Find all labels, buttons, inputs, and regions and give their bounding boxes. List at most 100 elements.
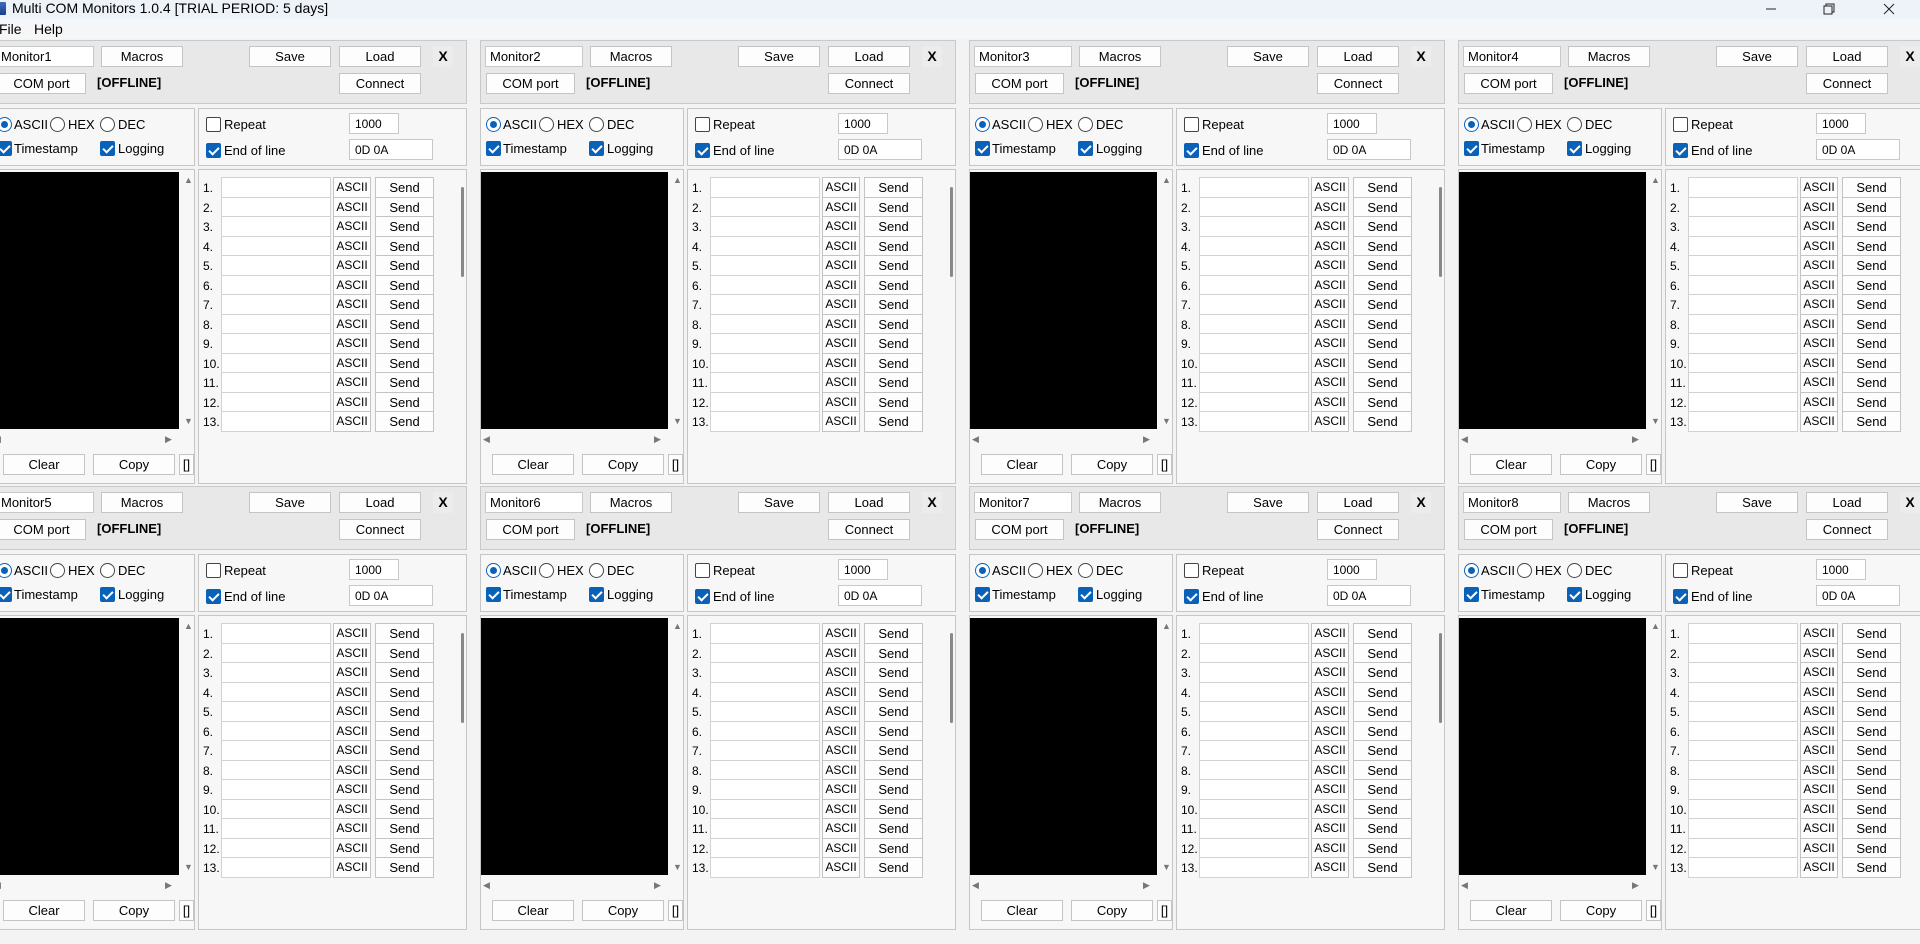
copy-button[interactable]: Copy [93,900,175,921]
end-of-line-checkbox[interactable] [695,589,710,604]
ascii-radio[interactable] [975,563,990,578]
logging-checkbox[interactable] [100,587,115,602]
log-output[interactable] [1459,172,1646,429]
com-port-button[interactable]: COM port [0,519,86,540]
save-button[interactable]: Save [1716,46,1798,67]
com-port-button[interactable]: COM port [1464,73,1553,94]
logging-checkbox[interactable] [100,141,115,156]
macro-send-button[interactable]: Send [864,411,923,432]
brackets-button[interactable]: [] [668,454,683,475]
brackets-button[interactable]: [] [1646,900,1661,921]
monitor-name-input[interactable] [485,492,583,513]
connect-button[interactable]: Connect [339,519,421,540]
repeat-checkbox[interactable] [1673,563,1688,578]
scroll-right-icon[interactable]: ▶ [1143,434,1150,444]
clear-button[interactable]: Clear [492,454,574,475]
log-horizontal-scrollbar[interactable]: ◀ ▶ [481,878,668,892]
connect-button[interactable]: Connect [1806,519,1888,540]
scroll-left-icon[interactable]: ◀ [972,880,979,890]
ascii-radio[interactable] [1464,563,1479,578]
macros-button[interactable]: Macros [1079,492,1161,513]
brackets-button[interactable]: [] [179,900,194,921]
timestamp-checkbox[interactable] [0,141,12,156]
repeat-interval-input[interactable] [1816,559,1866,580]
save-button[interactable]: Save [1227,492,1309,513]
log-output[interactable] [0,172,179,429]
close-button[interactable] [1866,0,1912,19]
scroll-up-icon[interactable]: ▲ [673,621,682,631]
copy-button[interactable]: Copy [1560,454,1642,475]
macro-format-button[interactable]: ASCII [333,857,371,878]
repeat-checkbox[interactable] [1673,117,1688,132]
maximize-button[interactable] [1806,0,1852,19]
macro-input[interactable] [1688,857,1798,878]
dec-radio[interactable] [589,563,604,578]
scroll-right-icon[interactable]: ▶ [654,880,661,890]
macro-input[interactable] [1199,857,1309,878]
log-vertical-scrollbar[interactable]: ▲ ▼ [1649,618,1661,875]
close-monitor-button[interactable]: X [1900,46,1920,67]
scroll-right-icon[interactable]: ▶ [1632,434,1639,444]
scroll-left-icon[interactable]: ◀ [483,880,490,890]
repeat-checkbox[interactable] [206,117,221,132]
logging-checkbox[interactable] [589,141,604,156]
timestamp-checkbox[interactable] [486,587,501,602]
timestamp-checkbox[interactable] [975,141,990,156]
com-port-button[interactable]: COM port [975,73,1064,94]
dec-radio[interactable] [1078,117,1093,132]
load-button[interactable]: Load [1317,492,1399,513]
menu-file[interactable]: File [0,21,22,37]
save-button[interactable]: Save [249,492,331,513]
brackets-button[interactable]: [] [1646,454,1661,475]
log-output[interactable] [481,618,668,875]
macro-input[interactable] [710,411,820,432]
macro-scrollbar[interactable] [461,633,464,723]
log-output[interactable] [1459,618,1646,875]
timestamp-checkbox[interactable] [486,141,501,156]
end-of-line-input[interactable] [838,585,922,606]
copy-button[interactable]: Copy [582,454,664,475]
macro-scrollbar[interactable] [1439,633,1442,723]
hex-radio[interactable] [1028,563,1043,578]
scroll-right-icon[interactable]: ▶ [165,880,172,890]
monitor-name-input[interactable] [0,492,94,513]
close-monitor-button[interactable]: X [433,492,453,513]
ascii-radio[interactable] [486,117,501,132]
end-of-line-input[interactable] [1816,585,1900,606]
connect-button[interactable]: Connect [1317,519,1399,540]
load-button[interactable]: Load [828,46,910,67]
scroll-up-icon[interactable]: ▲ [1162,621,1171,631]
clear-button[interactable]: Clear [1470,454,1552,475]
macros-button[interactable]: Macros [590,492,672,513]
log-vertical-scrollbar[interactable]: ▲ ▼ [1160,618,1172,875]
log-output[interactable] [481,172,668,429]
log-horizontal-scrollbar[interactable]: ◀ ▶ [970,878,1157,892]
log-vertical-scrollbar[interactable]: ▲ ▼ [1649,172,1661,429]
repeat-checkbox[interactable] [1184,563,1199,578]
load-button[interactable]: Load [1317,46,1399,67]
close-monitor-button[interactable]: X [1900,492,1920,513]
macro-send-button[interactable]: Send [375,411,434,432]
close-monitor-button[interactable]: X [922,46,942,67]
log-vertical-scrollbar[interactable]: ▲ ▼ [182,172,194,429]
macro-input[interactable] [1199,411,1309,432]
hex-radio[interactable] [50,563,65,578]
macro-format-button[interactable]: ASCII [1311,411,1349,432]
dec-radio[interactable] [1078,563,1093,578]
macro-format-button[interactable]: ASCII [822,857,860,878]
com-port-button[interactable]: COM port [1464,519,1553,540]
macro-input[interactable] [221,857,331,878]
macro-format-button[interactable]: ASCII [822,411,860,432]
scroll-down-icon[interactable]: ▼ [1651,862,1660,872]
repeat-interval-input[interactable] [349,113,399,134]
hex-radio[interactable] [539,563,554,578]
logging-checkbox[interactable] [1078,141,1093,156]
close-monitor-button[interactable]: X [433,46,453,67]
close-monitor-button[interactable]: X [1411,46,1431,67]
ascii-radio[interactable] [486,563,501,578]
scroll-left-icon[interactable]: ◀ [1461,880,1468,890]
log-horizontal-scrollbar[interactable]: ◀ ▶ [481,432,668,446]
macro-send-button[interactable]: Send [1353,411,1412,432]
macros-button[interactable]: Macros [590,46,672,67]
monitor-name-input[interactable] [1463,46,1561,67]
